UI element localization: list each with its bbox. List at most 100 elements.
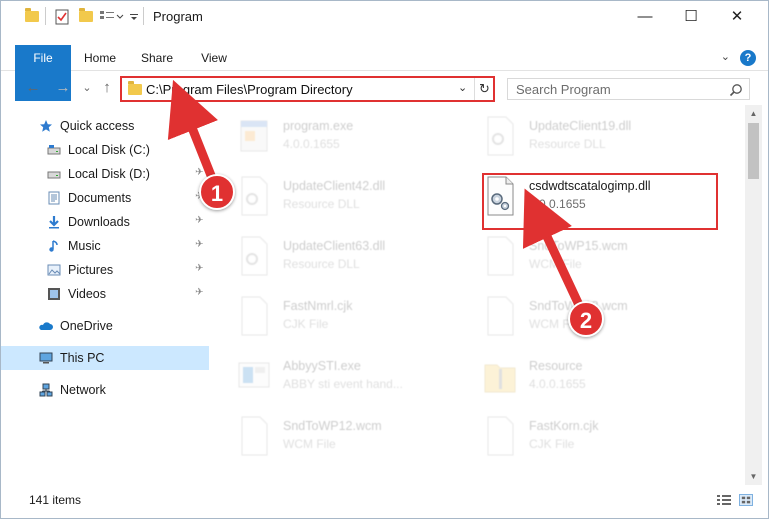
properties-icon[interactable] [55, 9, 69, 25]
quick-access-dropdown-icon[interactable] [129, 9, 139, 25]
music-icon [49, 240, 58, 252]
nav-label: OneDrive [60, 319, 113, 333]
nav-label: Documents [68, 191, 132, 205]
blank-file-icon [241, 416, 268, 456]
file-item[interactable]: SndToWP15.wcm WCM File [461, 229, 701, 285]
app-icon [238, 362, 270, 388]
file-description: CJK File [529, 437, 575, 451]
scroll-thumb[interactable] [748, 123, 759, 179]
search-box[interactable]: Search Program [507, 78, 750, 100]
file-item[interactable]: FastNmrl.cjk CJK File [215, 289, 455, 345]
file-item[interactable]: UpdateClient63.dll Resource DLL [215, 229, 455, 285]
divider [45, 7, 46, 25]
blank-file-icon [487, 416, 514, 456]
nav-item-quick-access[interactable]: Quick access [1, 114, 209, 138]
ribbon-tabs: File Home Share View ⌄ ? [1, 45, 768, 101]
dll-icon [241, 236, 268, 276]
nav-label: This PC [60, 351, 105, 365]
dll-icon [241, 176, 268, 216]
address-bar[interactable]: C:\Program Files\Program Directory ⌄ ↻ [120, 76, 495, 102]
file-item[interactable]: FastKorn.cjk CJK File [461, 409, 701, 465]
documents-icon [48, 191, 60, 205]
step-1-badge: 1 [199, 174, 235, 210]
step-2-badge: 2 [568, 301, 604, 337]
up-button[interactable]: ↑ [97, 78, 117, 98]
zip-folder-icon [484, 364, 516, 393]
nav-item-network[interactable]: Network [1, 378, 209, 402]
file-name: UpdateClient19.dll [529, 119, 632, 133]
cloud-icon [39, 322, 53, 330]
file-list: program.exe 4.0.0.1655 UpdateClient19.dl… [215, 105, 743, 485]
nav-item-pictures[interactable]: Pictures ✈ [1, 258, 209, 282]
details-view-icon[interactable] [717, 494, 731, 506]
file-item[interactable]: UpdateClient42.dll Resource DLL [215, 169, 455, 225]
new-folder-icon[interactable] [79, 8, 93, 25]
pin-icon: ✈ [195, 287, 204, 298]
vertical-scrollbar[interactable]: ▲ ▼ [745, 105, 762, 485]
refresh-button[interactable]: ↻ [474, 78, 494, 100]
nav-item-local-disk-d[interactable]: Local Disk (D:) ✈ [1, 162, 209, 186]
nav-label: Quick access [60, 119, 135, 133]
blank-file-icon [487, 236, 514, 276]
file-description: WCM File [529, 257, 582, 271]
nav-label: Music [68, 239, 101, 253]
recent-locations-button[interactable]: ⌄ [77, 78, 97, 98]
file-name: Resource [529, 359, 583, 373]
nav-item-downloads[interactable]: Downloads ✈ [1, 210, 209, 234]
file-item[interactable]: program.exe 4.0.0.1655 [215, 109, 455, 165]
file-explorer-window: Program — ☐ ✕ File Home Share View ⌄ ? ←… [0, 0, 769, 519]
nav-label: Local Disk (C:) [68, 143, 150, 157]
nav-item-local-disk-c[interactable]: Local Disk (C:) ✈ [1, 138, 209, 162]
pictures-icon [47, 264, 61, 276]
customize-toolbar-icon[interactable] [99, 9, 125, 25]
pin-icon: ✈ [195, 263, 204, 274]
tiles-view-icon[interactable] [739, 494, 753, 506]
nav-label: Pictures [68, 263, 114, 277]
scroll-down-button[interactable]: ▼ [745, 468, 762, 485]
file-name: UpdateClient42.dll [283, 179, 386, 193]
drive-icon [47, 171, 61, 179]
navigation-pane: Quick access Local Disk (C:) ✈ Local Dis… [1, 109, 209, 485]
nav-item-this-pc[interactable]: This PC [1, 346, 209, 370]
blank-file-icon [241, 296, 268, 336]
file-item[interactable]: AbbyySTI.exe ABBY sti event hand... [215, 349, 455, 405]
status-bar: 141 items [1, 487, 768, 511]
maximize-button[interactable]: ☐ [668, 1, 714, 33]
nav-item-music[interactable]: Music ✈ [1, 234, 209, 258]
file-description: Resource DLL [529, 137, 606, 151]
file-item[interactable]: Resource 4.0.0.1655 [461, 349, 701, 405]
nav-item-documents[interactable]: Documents ✈ [1, 186, 209, 210]
address-path[interactable]: C:\Program Files\Program Directory [146, 82, 353, 97]
help-button[interactable]: ? [740, 50, 756, 66]
forward-button[interactable]: → [53, 78, 73, 98]
file-name: SndToWP12.wcm [283, 419, 382, 433]
file-description: ABBY sti event hand... [283, 377, 403, 391]
pin-icon: ✈ [195, 143, 204, 154]
nav-item-onedrive[interactable]: OneDrive [1, 314, 209, 338]
folder-icon [25, 8, 39, 25]
scroll-up-button[interactable]: ▲ [745, 105, 762, 122]
tab-home[interactable]: Home [77, 45, 123, 71]
search-input[interactable]: Search Program [516, 82, 611, 97]
file-description: 4.0.0.1655 [529, 377, 586, 391]
search-icon[interactable] [729, 83, 743, 97]
folder-icon [128, 81, 142, 95]
network-icon [39, 383, 53, 397]
dll-icon [487, 116, 514, 156]
close-button[interactable]: ✕ [714, 1, 760, 33]
expand-ribbon-icon[interactable]: ⌄ [721, 50, 730, 63]
computer-icon [39, 352, 53, 364]
chevron-down-icon[interactable]: ⌄ [458, 81, 467, 94]
file-item[interactable]: SndToWP12.wcm WCM File [215, 409, 455, 465]
file-item[interactable]: UpdateClient19.dll Resource DLL [461, 109, 701, 165]
tab-view[interactable]: View [191, 45, 237, 71]
tab-share[interactable]: Share [133, 45, 181, 71]
nav-item-videos[interactable]: Videos ✈ [1, 282, 209, 306]
nav-label: Network [60, 383, 106, 397]
item-count: 141 items [29, 493, 82, 507]
back-button[interactable]: ← [23, 78, 43, 98]
file-name: SndToWP15.wcm [529, 239, 628, 253]
minimize-button[interactable]: — [622, 1, 668, 33]
title-bar: Program — ☐ ✕ [1, 1, 768, 33]
file-description: WCM File [283, 437, 336, 451]
